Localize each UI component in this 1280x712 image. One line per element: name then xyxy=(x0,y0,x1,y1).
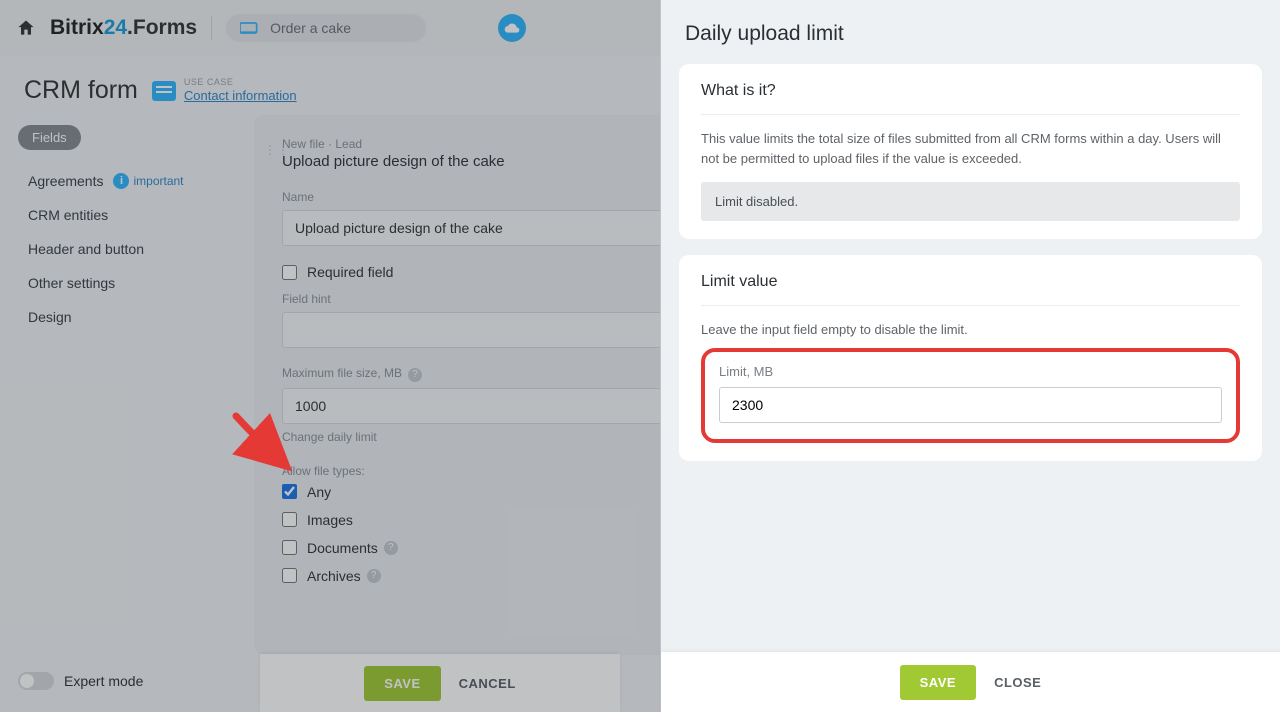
brand-logo: Bitrix24.Forms xyxy=(50,16,197,40)
limit-input[interactable] xyxy=(719,387,1222,423)
home-icon[interactable] xyxy=(16,18,36,38)
cancel-button[interactable]: CANCEL xyxy=(459,676,516,691)
cloud-icon xyxy=(504,20,520,36)
form-glyph-icon xyxy=(240,21,260,35)
search-pill[interactable]: Order a cake xyxy=(226,14,426,42)
help-icon[interactable]: ? xyxy=(408,368,422,382)
whatis-body: This value limits the total size of file… xyxy=(701,129,1240,168)
required-checkbox[interactable] xyxy=(282,265,297,280)
sidebar-item-header[interactable]: Header and button xyxy=(14,232,246,266)
info-icon: i xyxy=(113,173,129,189)
type-images-checkbox[interactable] xyxy=(282,512,297,527)
limit-status: Limit disabled. xyxy=(701,182,1240,221)
usecase-link[interactable]: Contact information xyxy=(184,88,297,103)
change-limit-link[interactable]: Change daily limit xyxy=(282,430,377,444)
whatis-heading: What is it? xyxy=(701,82,1240,115)
sidebar-tab-fields[interactable]: Fields xyxy=(18,125,81,150)
help-icon[interactable]: ? xyxy=(384,541,398,555)
sidebar-item-crm[interactable]: CRM entities xyxy=(14,198,246,232)
panel-save-button[interactable]: SAVE xyxy=(900,665,976,700)
limit-help: Leave the input field empty to disable t… xyxy=(701,320,1240,340)
search-text: Order a cake xyxy=(270,20,351,36)
save-button[interactable]: SAVE xyxy=(364,666,440,701)
drag-handle-icon[interactable]: ⋮⋮ xyxy=(264,143,290,157)
limit-highlight: Limit, MB xyxy=(701,348,1240,443)
daily-limit-panel: Daily upload limit What is it? This valu… xyxy=(660,0,1280,712)
type-any-checkbox[interactable] xyxy=(282,484,297,499)
type-archives-checkbox[interactable] xyxy=(282,568,297,583)
panel-close-button[interactable]: CLOSE xyxy=(994,675,1041,690)
form-icon xyxy=(152,81,176,101)
limit-heading: Limit value xyxy=(701,273,1240,306)
expert-toggle[interactable] xyxy=(18,672,54,690)
sidebar-item-other[interactable]: Other settings xyxy=(14,266,246,300)
expert-label: Expert mode xyxy=(64,673,143,689)
panel-title: Daily upload limit xyxy=(661,0,1280,64)
sidebar-item-design[interactable]: Design xyxy=(14,300,246,334)
sidebar-item-agreements[interactable]: Agreements i important xyxy=(14,164,246,198)
page-title: CRM form xyxy=(24,76,138,105)
type-documents-checkbox[interactable] xyxy=(282,540,297,555)
cloud-button[interactable] xyxy=(498,14,526,42)
required-label: Required field xyxy=(307,264,393,280)
divider xyxy=(211,16,212,40)
limit-label: Limit, MB xyxy=(719,364,1222,379)
help-icon[interactable]: ? xyxy=(367,569,381,583)
usecase-label: USE CASE xyxy=(184,77,297,87)
